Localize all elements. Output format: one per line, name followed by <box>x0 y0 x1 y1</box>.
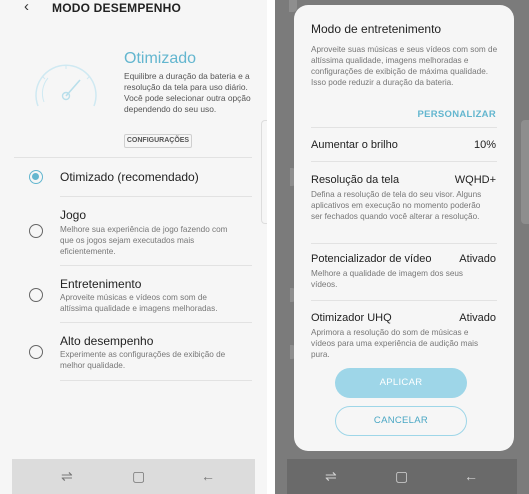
speedometer-icon <box>35 64 97 107</box>
nav-back-icon[interactable]: ← <box>464 468 478 484</box>
setting-video-enhancer-description: Melhore a qualidade de imagem dos seus v… <box>311 269 464 289</box>
mode-option-label: Alto desempenho <box>60 334 154 348</box>
entertainment-mode-dialog: Modo de entretenimento Aproveite suas mú… <box>294 5 514 451</box>
current-mode-description: Equilibre a duração da bateria e a resol… <box>124 71 251 114</box>
dialog-description: Aproveite suas músicas e seus vídeos com… <box>311 45 498 87</box>
divider <box>60 322 252 323</box>
setting-brightness-label[interactable]: Aumentar o brilho <box>311 139 398 151</box>
radio-button[interactable] <box>29 345 43 359</box>
setting-video-enhancer-value: Ativado <box>459 253 496 265</box>
settings-button[interactable]: CONFIGURAÇÕES <box>124 134 192 148</box>
performance-mode-screen: ‹ MODO DESEMPENHO Otimizado Equilibre a … <box>0 0 267 494</box>
mode-option-description: Aproveite músicas e vídeos com som de al… <box>60 293 218 313</box>
divider <box>14 157 252 158</box>
radio-button[interactable] <box>29 224 43 238</box>
divider <box>311 161 497 162</box>
mode-option-description: Experimente as configurações de exibição… <box>60 350 226 370</box>
scrollbar[interactable] <box>261 120 267 224</box>
setting-uhq-value: Ativado <box>459 312 496 324</box>
setting-video-enhancer-label[interactable]: Potencializador de vídeo <box>311 253 431 265</box>
recents-icon[interactable]: ⇌ <box>61 468 73 485</box>
back-arrow-icon[interactable]: ‹ <box>24 0 29 14</box>
apply-button[interactable]: APLICAR <box>335 368 467 398</box>
radio-button[interactable] <box>29 288 43 302</box>
mode-option-label: Jogo <box>60 208 87 222</box>
divider <box>60 380 252 381</box>
divider <box>60 196 252 197</box>
setting-resolution-value: WQHD+ <box>454 174 496 186</box>
nav-back-icon[interactable]: ← <box>201 468 215 484</box>
divider <box>311 300 497 301</box>
setting-resolution-label[interactable]: Resolução da tela <box>311 174 399 186</box>
divider <box>311 127 497 128</box>
mode-option-description: Melhore sua experiência de jogo fazendo … <box>60 225 228 256</box>
home-icon[interactable]: ▢ <box>132 468 145 485</box>
current-mode-title: Otimizado <box>124 50 197 67</box>
divider <box>60 265 252 266</box>
dialog-title: Modo de entretenimento <box>311 22 442 36</box>
mode-option-label: Otimizado (recomendado) <box>60 170 199 184</box>
customize-link[interactable]: PERSONALIZAR <box>417 109 496 120</box>
cancel-button[interactable]: CANCELAR <box>335 406 467 436</box>
divider <box>311 243 497 244</box>
navigation-bar: ⇌ ▢ ← <box>287 459 517 494</box>
recents-icon[interactable]: ⇌ <box>325 468 337 485</box>
app-bar: ‹ MODO DESEMPENHO <box>0 0 267 18</box>
setting-uhq-description: Aprimora a resolução do som de músicas e… <box>311 328 479 359</box>
home-icon[interactable]: ▢ <box>395 468 408 485</box>
setting-brightness-value: 10% <box>473 139 496 151</box>
mode-option-label: Entretenimento <box>60 277 142 291</box>
page-title: MODO DESEMPENHO <box>52 1 182 15</box>
setting-uhq-label[interactable]: Otimizador UHQ <box>311 312 392 324</box>
setting-resolution-description: Defina a resolução de tela do seu visor.… <box>311 190 482 221</box>
radio-button-selected[interactable] <box>29 170 43 184</box>
navigation-bar: ⇌ ▢ ← <box>12 459 255 494</box>
background-scrollbar <box>521 120 529 224</box>
entertainment-mode-screen: Modo de entretenimento Aproveite suas mú… <box>275 0 529 494</box>
